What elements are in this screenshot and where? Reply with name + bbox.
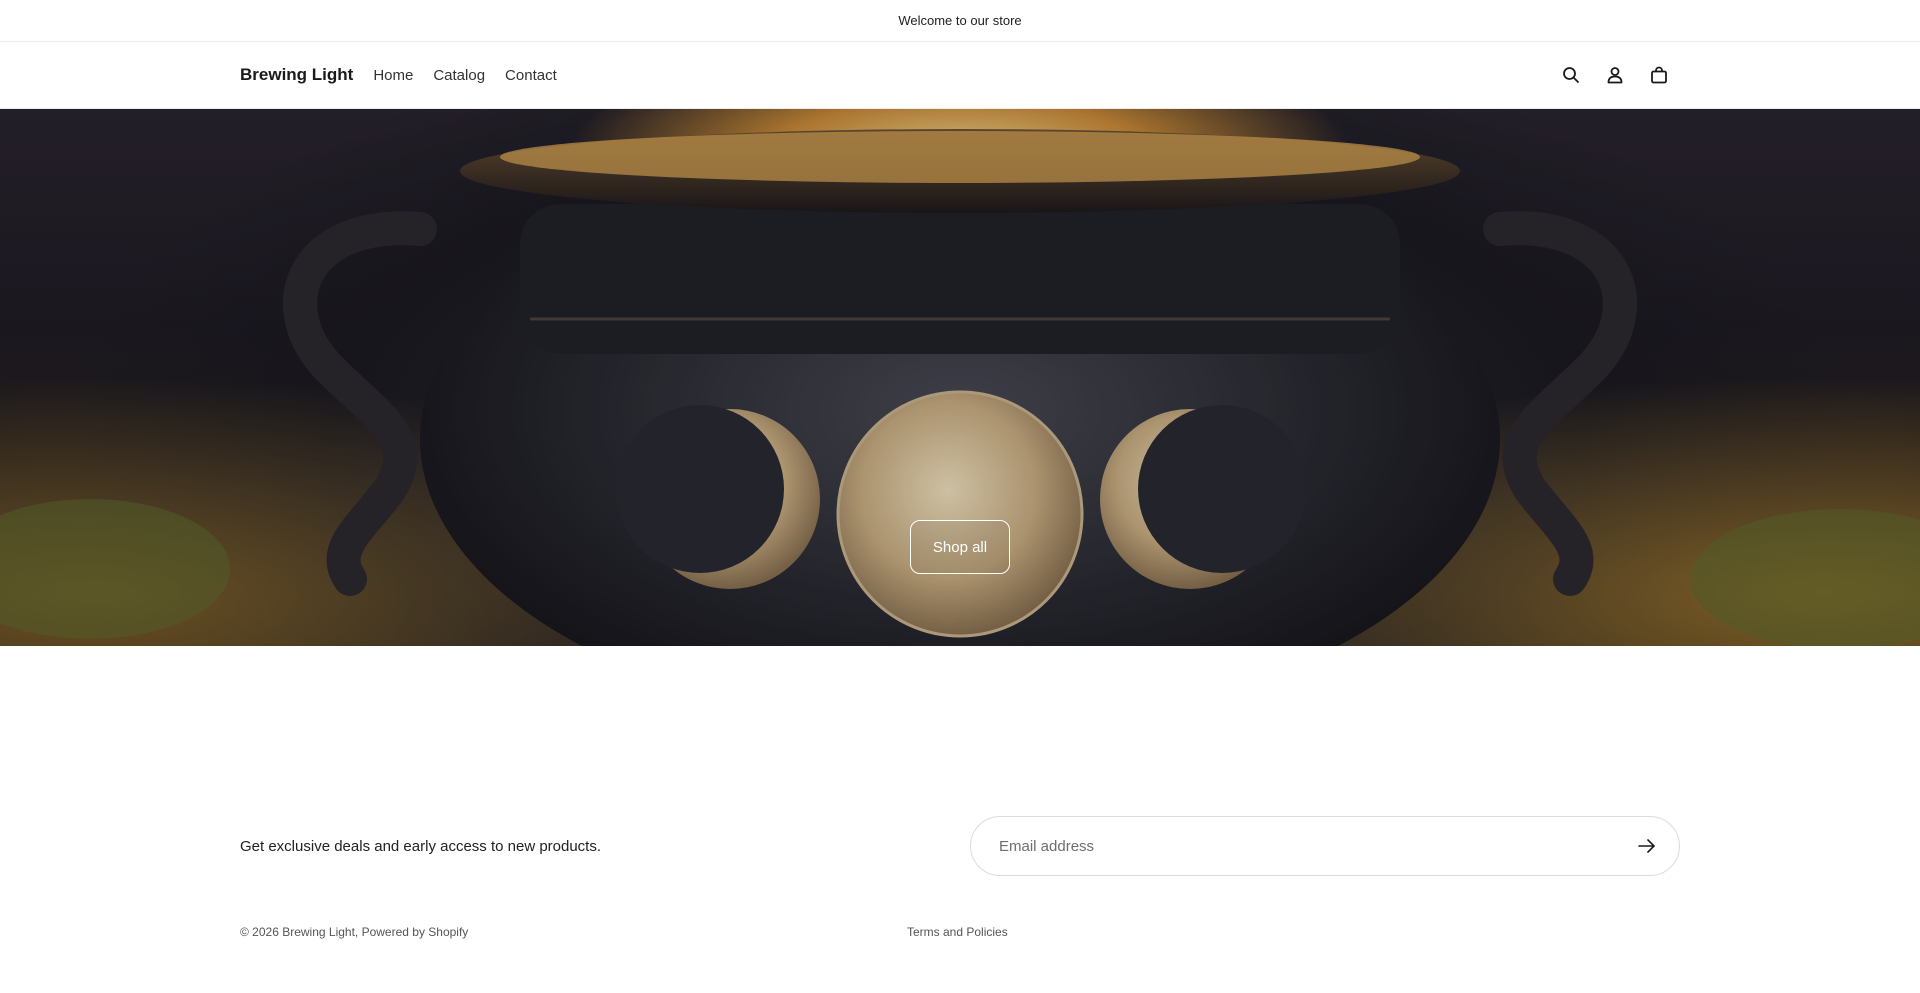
account-icon[interactable] [1602, 62, 1628, 88]
cart-icon[interactable] [1646, 62, 1672, 88]
header-icons [1558, 62, 1672, 88]
shop-all-button[interactable]: Shop all [910, 520, 1010, 574]
arrow-right-icon[interactable] [1635, 834, 1659, 858]
hero-banner: Shop all [0, 109, 1920, 646]
email-field-wrapper [970, 816, 1680, 876]
main-nav: Home Catalog Contact [373, 67, 556, 84]
newsletter-section: Get exclusive deals and early access to … [240, 816, 1680, 876]
newsletter-text: Get exclusive deals and early access to … [240, 837, 602, 855]
site-header: Brewing Light Home Catalog Contact [0, 42, 1920, 109]
announcement-bar: Welcome to our store [0, 0, 1920, 42]
terms-link[interactable]: Terms and Policies [907, 925, 1008, 939]
nav-contact[interactable]: Contact [505, 67, 557, 84]
email-input[interactable] [999, 837, 1635, 855]
copyright-text: © 2026 Brewing Light, Powered by Shopify [240, 925, 469, 939]
search-icon[interactable] [1558, 62, 1584, 88]
store-logo[interactable]: Brewing Light [240, 65, 353, 85]
nav-catalog[interactable]: Catalog [433, 67, 485, 84]
announcement-text: Welcome to our store [898, 13, 1022, 28]
nav-home[interactable]: Home [373, 67, 413, 84]
